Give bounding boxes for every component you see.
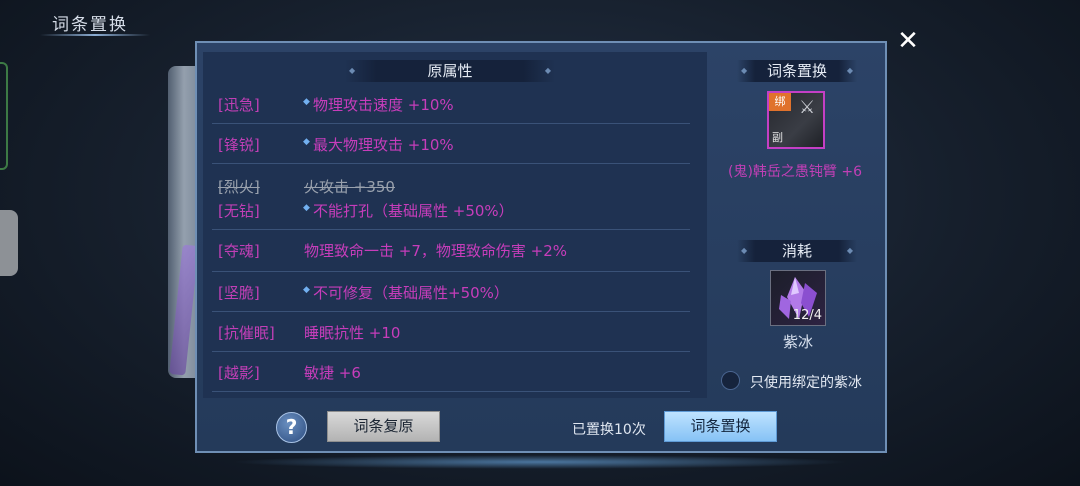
diamond-icon: ◆ xyxy=(303,97,310,107)
attribute-value: 物理攻击速度 +10% xyxy=(313,96,454,114)
restore-button[interactable]: 词条复原 xyxy=(327,411,440,442)
attribute-row: [越影] 敏捷 +6 xyxy=(212,352,690,392)
attribute-value: 物理致命一击 +7，物理致命伤害 +2% xyxy=(304,242,568,260)
diamond-icon: ◆ xyxy=(303,137,310,147)
attribute-label: [迅急] xyxy=(218,96,260,114)
item-name: (鬼)韩岳之愚钝臂 +6 xyxy=(727,164,862,180)
page-title: 词条置换 xyxy=(52,15,128,35)
diamond-icon: ◆ xyxy=(303,203,310,213)
attribute-row: [抗催眠] 睡眠抗性 +10 xyxy=(212,312,690,352)
material-count: 12/4 xyxy=(792,308,822,323)
material-name: 紫冰 xyxy=(782,333,813,351)
left-edge-tab[interactable] xyxy=(0,62,8,170)
consume-header: 消耗 xyxy=(737,240,857,262)
title-underline xyxy=(40,34,150,36)
attribute-row: [坚脆] ◆ 不可修复（基础属性+50%） xyxy=(212,272,690,312)
material-icon[interactable]: 12/4 xyxy=(770,270,826,326)
attribute-value: 敏捷 +6 xyxy=(304,364,361,382)
attribute-value: 睡眠抗性 +10 xyxy=(304,324,401,342)
bound-only-label: 只使用绑定的紫冰 xyxy=(750,375,862,391)
attribute-row: [无钻] ◆ 不能打孔（基础属性 +50%） xyxy=(212,190,690,230)
attribute-row: [烈火] 火攻击 +350 xyxy=(212,166,690,196)
attribute-value: 不能打孔（基础属性 +50%） xyxy=(313,202,514,220)
attribute-row: [迅急] ◆ 物理攻击速度 +10% xyxy=(212,84,690,124)
attribute-label: [无钻] xyxy=(218,202,260,220)
swap-header: 词条置换 xyxy=(737,60,857,82)
bottom-glow xyxy=(230,455,850,469)
swap-count: 已置换10次 xyxy=(572,422,646,438)
attribute-row: [夺魂] 物理致命一击 +7，物理致命伤害 +2% xyxy=(212,230,690,272)
attribute-label: [锋锐] xyxy=(218,136,260,154)
attribute-value: 最大物理攻击 +10% xyxy=(313,136,454,154)
item-icon[interactable]: 绑 ⚔ 副 xyxy=(767,91,825,149)
attribute-label: [夺魂] xyxy=(218,242,260,260)
left-edge-handle[interactable] xyxy=(0,210,18,276)
close-icon[interactable]: ✕ xyxy=(895,28,921,54)
original-attributes-header: 原属性 xyxy=(345,60,555,82)
help-button[interactable]: ? xyxy=(276,412,307,443)
attribute-label: [坚脆] xyxy=(218,284,260,302)
attribute-row: [锋锐] ◆ 最大物理攻击 +10% xyxy=(212,124,690,164)
diamond-icon: ◆ xyxy=(303,285,310,295)
swap-button[interactable]: 词条置换 xyxy=(664,411,777,442)
bound-only-radio[interactable] xyxy=(721,371,740,390)
attribute-label: [抗催眠] xyxy=(218,324,275,342)
sword-icon: ⚔ xyxy=(799,97,816,118)
attribute-value: 不可修复（基础属性+50%） xyxy=(313,284,509,302)
attribute-label: [越影] xyxy=(218,364,260,382)
secondary-tag: 副 xyxy=(772,131,783,144)
bound-tag: 绑 xyxy=(769,93,791,111)
